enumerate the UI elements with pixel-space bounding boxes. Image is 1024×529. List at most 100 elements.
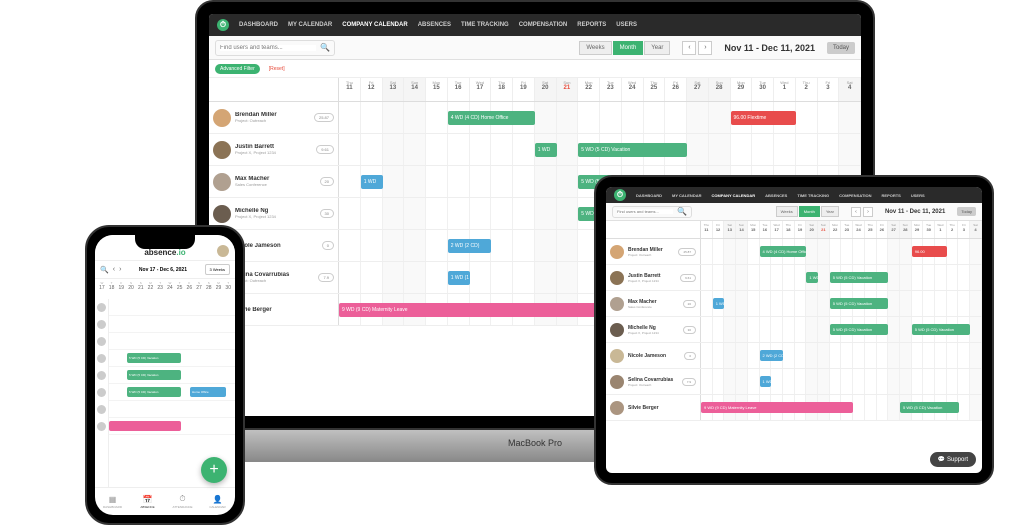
brand-logo-icon[interactable]: ⏱: [614, 189, 626, 201]
user-cell[interactable]: Brendan MillerProject: Outreach25.87: [209, 102, 339, 133]
nav-my-calendar[interactable]: MY CALENDAR: [288, 22, 332, 28]
filter-reset[interactable]: [Reset]: [264, 64, 290, 74]
tab-attendance[interactable]: ⏱ATTENDANCE: [165, 488, 200, 515]
absence-bar[interactable]: 1 WD (1 CD): [448, 271, 470, 285]
avatar[interactable]: [97, 371, 106, 380]
next-button[interactable]: ›: [698, 41, 712, 55]
user-cell[interactable]: Max MacherSales Conference20: [209, 166, 339, 197]
view-tab-year[interactable]: Year: [644, 41, 670, 55]
avatar[interactable]: [97, 354, 106, 363]
view-tab-year[interactable]: Year: [821, 206, 839, 217]
nav-absences[interactable]: ABSENCES: [418, 22, 451, 28]
absence-bar[interactable]: 5 WD (5 CD) Vacation: [127, 387, 181, 397]
filter-chip[interactable]: Advanced Filter: [215, 64, 260, 74]
toolbar: 🔍 WeeksMonthYear ‹ › Nov 11 - Dec 11, 20…: [606, 203, 982, 221]
day-header: Sat27: [687, 78, 709, 101]
user-badge: 0: [322, 241, 334, 250]
user-row: 5 WD (5 CD) Vacation: [109, 367, 235, 384]
absence-bar[interactable]: 9 WD (9 CD) Maternity Leave: [701, 402, 853, 413]
avatar[interactable]: [97, 320, 106, 329]
absence-bar[interactable]: [109, 421, 181, 431]
absence-bar[interactable]: 1 WD: [806, 272, 818, 283]
user-cell[interactable]: Max MacherSales Conference20: [606, 291, 701, 316]
search-box[interactable]: 🔍: [612, 206, 692, 218]
user-cell[interactable]: Justin BarrettProject X, Project 12349.6…: [209, 134, 339, 165]
absence-bar[interactable]: 5 WD (5 CD) Vacation: [830, 324, 889, 335]
view-tab-month[interactable]: Month: [613, 41, 644, 55]
nav-company-calendar[interactable]: COMPANY CALENDAR: [342, 22, 407, 28]
prev-icon[interactable]: ‹: [113, 266, 115, 273]
tab-dashboard[interactable]: ▦DASHBOARD: [95, 488, 130, 515]
calendar-icon: 👤: [213, 495, 223, 504]
view-tab-month[interactable]: Month: [799, 206, 820, 217]
absence-bar[interactable]: 5 WD (5 CD) Vacation: [900, 402, 959, 413]
absence-bar[interactable]: 96.00 Flextime: [731, 111, 796, 125]
nav-my-calendar[interactable]: MY CALENDAR: [672, 193, 701, 198]
absence-bar[interactable]: 5 WD (5 CD) Vacation: [578, 143, 687, 157]
user-cell[interactable]: Silvie Berger: [606, 395, 701, 420]
user-cell[interactable]: Selina CovarrubiasProject: Outreach7.9: [606, 369, 701, 394]
absence-bar[interactable]: 5 WD (5 CD) Vacation: [912, 324, 971, 335]
nav-reports[interactable]: REPORTS: [577, 22, 606, 28]
profile-avatar[interactable]: [217, 245, 229, 257]
support-button[interactable]: 💬 Support: [930, 452, 976, 467]
absence-bar[interactable]: 1 WD: [361, 175, 383, 189]
avatar[interactable]: [97, 405, 106, 414]
nav-time-tracking[interactable]: TIME TRACKING: [797, 193, 829, 198]
absence-bar[interactable]: 5 WD (5 CD) Vacation: [830, 272, 889, 283]
absence-bar[interactable]: 5 WD (5 CD) Vacation: [830, 298, 889, 309]
user-cell[interactable]: Michelle NgProject X, Project 123430: [209, 198, 339, 229]
user-cell[interactable]: Justin BarrettProject X, Project 12349.6…: [606, 265, 701, 290]
search-input[interactable]: [220, 45, 316, 51]
nav-reports[interactable]: REPORTS: [882, 193, 901, 198]
search-box[interactable]: 🔍: [215, 40, 335, 56]
view-tab-weeks[interactable]: Weeks: [579, 41, 611, 55]
nav-users[interactable]: USERS: [616, 22, 637, 28]
user-name: Nicole Jameson: [628, 353, 680, 359]
absence-bar[interactable]: 4 WD (4 CD) Home Office: [448, 111, 535, 125]
view-tab-weeks[interactable]: Weeks: [776, 206, 798, 217]
user-cell[interactable]: Brendan MillerProject: Outreach25.87: [606, 239, 701, 264]
search-icon[interactable]: 🔍: [100, 266, 109, 274]
absence-bar[interactable]: Home Office: [190, 387, 226, 397]
nav-compensation[interactable]: COMPENSATION: [519, 22, 568, 28]
nav-absences[interactable]: ABSENCES: [765, 193, 787, 198]
absence-bar[interactable]: 1 WD (1 CD): [760, 376, 772, 387]
absence-bar[interactable]: 4 WD (4 CD) Home Office: [760, 246, 807, 257]
nav-compensation[interactable]: COMPENSATION: [839, 193, 871, 198]
avatar[interactable]: [97, 303, 106, 312]
absence-bar[interactable]: 5 WD (5 CD) Vacation: [127, 370, 181, 380]
next-icon[interactable]: ›: [119, 266, 121, 273]
add-fab[interactable]: +: [201, 457, 227, 483]
avatar[interactable]: [97, 422, 106, 431]
day-header: Fri12: [713, 221, 725, 238]
user-cell[interactable]: Michelle NgProject X, Project 123430: [606, 317, 701, 342]
avatar[interactable]: [97, 388, 106, 397]
absence-bar[interactable]: 96.00: [912, 246, 947, 257]
user-cell[interactable]: Nicole Jameson0: [606, 343, 701, 368]
prev-button[interactable]: ‹: [682, 41, 696, 55]
absence-bar[interactable]: 2 WD (2 CD): [760, 350, 783, 361]
absence-icon: 📅: [143, 495, 153, 504]
avatar: [610, 401, 624, 415]
next-button[interactable]: ›: [863, 207, 873, 217]
absence-bar[interactable]: 2 WD (2 CD): [448, 239, 492, 253]
tab-calendar[interactable]: 👤CALENDAR: [200, 488, 235, 515]
prev-button[interactable]: ‹: [851, 207, 861, 217]
view-selector[interactable]: 3 Weeks: [205, 264, 231, 275]
today-button[interactable]: Today: [957, 207, 976, 216]
nav-dashboard[interactable]: DASHBOARD: [239, 22, 278, 28]
absence-bar[interactable]: 1 WD: [713, 298, 725, 309]
nav-users[interactable]: USERS: [911, 193, 925, 198]
nav-time-tracking[interactable]: TIME TRACKING: [461, 22, 509, 28]
nav-dashboard[interactable]: DASHBOARD: [636, 193, 662, 198]
day-header: Sun28: [709, 78, 731, 101]
absence-bar[interactable]: 5 WD (5 CD) Vacation: [127, 353, 181, 363]
avatar[interactable]: [97, 337, 106, 346]
brand-logo-icon[interactable]: ⏱: [217, 19, 229, 31]
nav-company-calendar[interactable]: COMPANY CALENDAR: [711, 193, 755, 198]
search-input[interactable]: [617, 209, 673, 214]
today-button[interactable]: Today: [827, 42, 855, 54]
absence-bar[interactable]: 1 WD: [535, 143, 557, 157]
tab-absence[interactable]: 📅ABSENCE: [130, 488, 165, 515]
